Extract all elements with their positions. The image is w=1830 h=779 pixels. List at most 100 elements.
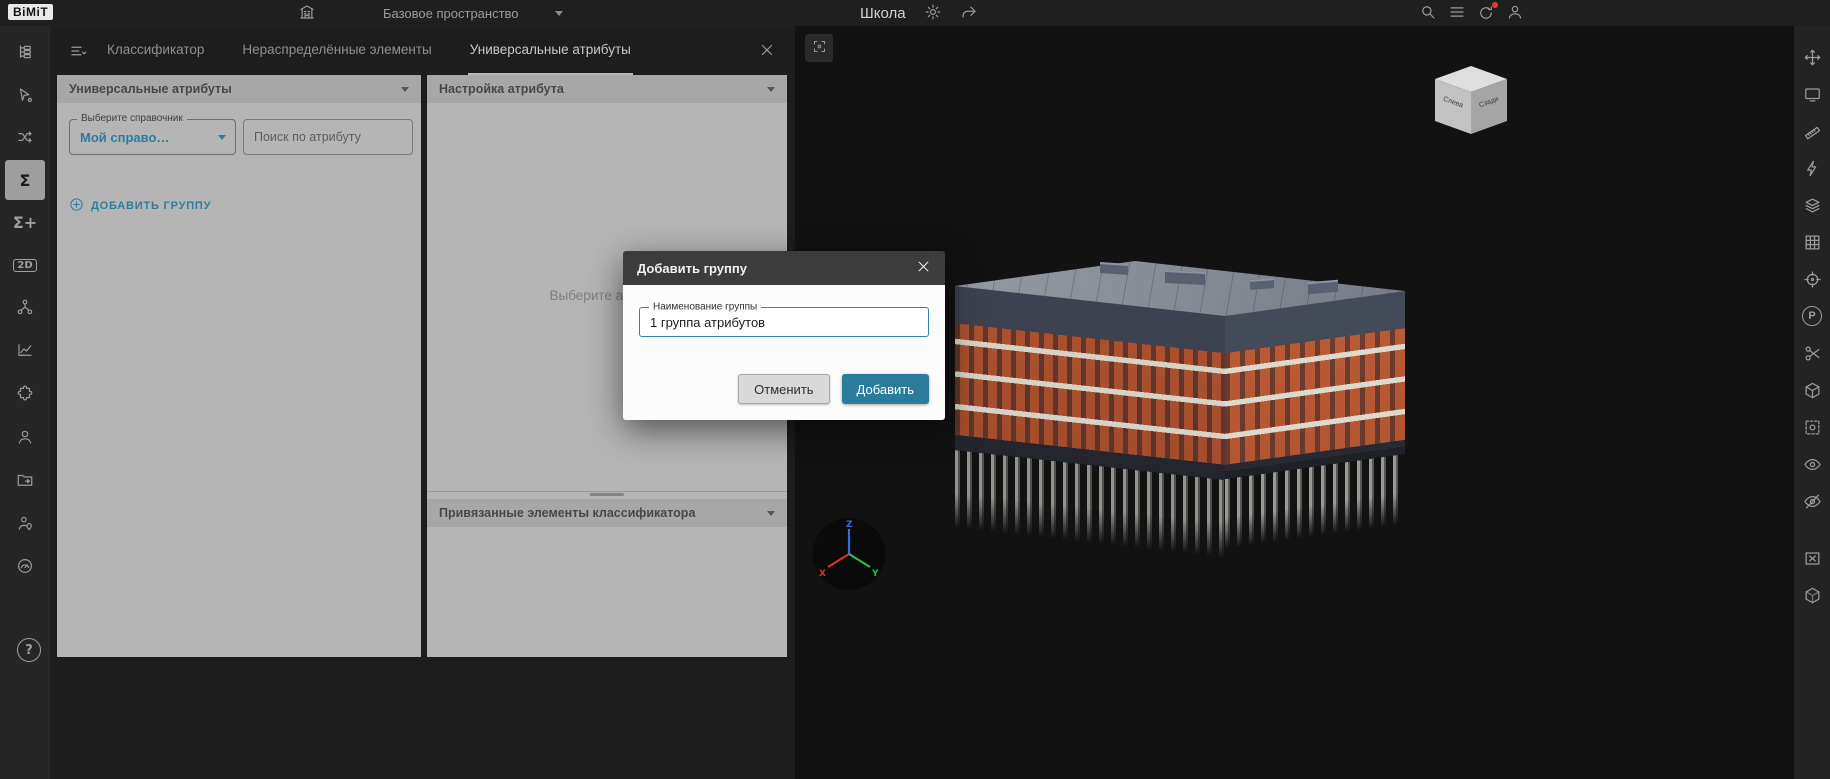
directory-select[interactable]: Выберите справочник Мой справо… bbox=[69, 119, 236, 155]
navigation-cube[interactable]: Слева Сзади bbox=[1435, 66, 1507, 140]
focus-icon bbox=[812, 39, 827, 57]
close-icon bbox=[758, 41, 776, 62]
list-button[interactable] bbox=[1448, 3, 1466, 24]
dialog-title: Добавить группу bbox=[637, 261, 747, 276]
hide-icon[interactable] bbox=[1798, 487, 1826, 515]
parking-icon[interactable]: P bbox=[1798, 302, 1826, 330]
shared-folder-icon[interactable] bbox=[5, 460, 45, 500]
app-logo: BiMiT bbox=[8, 4, 53, 20]
rooftop-unit bbox=[1250, 278, 1274, 290]
tab-classifier[interactable]: Классификатор bbox=[105, 26, 206, 75]
attribute-search-input[interactable] bbox=[243, 119, 413, 155]
select-tool-icon[interactable] bbox=[5, 75, 45, 115]
tab-universal-attributes[interactable]: Универсальные атрибуты bbox=[468, 26, 633, 75]
settings-button[interactable] bbox=[924, 3, 942, 24]
attributes-panel-header[interactable]: Универсальные атрибуты bbox=[57, 75, 421, 103]
view-2d-icon[interactable]: 2D bbox=[5, 245, 45, 285]
topbar: BiMiT Базовое пространство Школа bbox=[0, 0, 1830, 26]
cancel-button[interactable]: Отменить bbox=[738, 374, 829, 404]
ruler-icon[interactable] bbox=[1798, 117, 1826, 145]
section-box-icon[interactable] bbox=[1798, 376, 1826, 404]
rooftop-unit bbox=[1100, 262, 1128, 275]
sync-icon bbox=[1477, 4, 1495, 22]
add-group-button[interactable]: ДОБАВИТЬ ГРУППУ bbox=[69, 197, 211, 215]
users-icon[interactable] bbox=[5, 417, 45, 457]
center-target-icon[interactable] bbox=[1798, 265, 1826, 293]
sum-attributes-icon[interactable]: Σ bbox=[5, 160, 45, 200]
workspace-label: Базовое пространство bbox=[383, 6, 519, 21]
viewport-toolbar: P bbox=[1794, 26, 1830, 779]
chart-icon[interactable] bbox=[5, 330, 45, 370]
chevron-down-icon bbox=[767, 87, 775, 92]
dialog-header[interactable]: Добавить группу bbox=[623, 251, 945, 285]
show-all-icon[interactable] bbox=[1798, 450, 1826, 478]
notification-dot bbox=[1492, 2, 1498, 8]
help-icon[interactable]: ? bbox=[9, 630, 49, 670]
isolate-icon[interactable] bbox=[1798, 413, 1826, 441]
storeys-icon[interactable] bbox=[1798, 191, 1826, 219]
explode-icon[interactable] bbox=[1798, 154, 1826, 182]
panel-tabbar: Классификатор Нераспределённые элементы … bbox=[57, 26, 790, 75]
submit-button[interactable]: Добавить bbox=[842, 374, 929, 404]
textures-off-icon[interactable] bbox=[1798, 544, 1826, 572]
left-toolbar: Σ Σ+ 2D ? bbox=[0, 26, 50, 779]
settings-panel-header[interactable]: Настройка атрибута bbox=[427, 75, 787, 103]
group-name-label: Наименование группы bbox=[649, 302, 761, 313]
sync-button[interactable] bbox=[1477, 4, 1495, 22]
structure-button[interactable] bbox=[296, 3, 318, 23]
dashboard-icon[interactable] bbox=[5, 546, 45, 586]
linked-elements-title: Привязанные элементы классификатора bbox=[439, 506, 695, 520]
project-title: Школа bbox=[860, 5, 906, 22]
gear-icon bbox=[924, 9, 942, 24]
plugins-icon[interactable] bbox=[5, 373, 45, 413]
close-panel-button[interactable] bbox=[754, 38, 780, 64]
settings-panel-title: Настройка атрибута bbox=[439, 82, 564, 96]
axis-x-label: X bbox=[819, 569, 826, 579]
plus-circle-icon bbox=[69, 197, 84, 215]
building-model[interactable] bbox=[950, 231, 1410, 571]
directory-select-value: Мой справо… bbox=[80, 130, 169, 145]
panel-splitter[interactable] bbox=[427, 491, 787, 499]
structure-tree-icon[interactable] bbox=[5, 32, 45, 72]
axis-z-label: Z bbox=[846, 520, 853, 530]
project-title-area: Школа bbox=[860, 0, 978, 26]
dialog-actions: Отменить Добавить bbox=[738, 374, 929, 404]
pan-icon[interactable] bbox=[1798, 43, 1826, 71]
chevron-down-icon bbox=[401, 87, 409, 92]
attributes-panel-title: Универсальные атрибуты bbox=[69, 82, 232, 96]
axis-y-label: Y bbox=[871, 569, 879, 579]
building-facade-left bbox=[955, 286, 1225, 471]
add-group-dialog: Добавить группу Наименование группы Отме… bbox=[623, 251, 945, 420]
model-cube-icon[interactable] bbox=[1798, 581, 1826, 609]
account-button[interactable] bbox=[1506, 3, 1524, 24]
chevron-down-icon bbox=[555, 11, 563, 16]
scheme-icon[interactable] bbox=[5, 287, 45, 327]
drag-handle[interactable] bbox=[590, 493, 624, 496]
workspace-selector[interactable]: Базовое пространство bbox=[383, 0, 563, 26]
focus-selection-button[interactable] bbox=[805, 34, 833, 62]
close-icon bbox=[916, 259, 931, 277]
add-group-label: ДОБАВИТЬ ГРУППУ bbox=[91, 200, 211, 212]
directory-select-label: Выберите справочник bbox=[77, 113, 187, 124]
cut-icon[interactable] bbox=[1798, 339, 1826, 367]
tabs: Классификатор Нераспределённые элементы … bbox=[105, 26, 633, 75]
connections-icon[interactable] bbox=[5, 117, 45, 157]
rooftop-unit bbox=[1165, 270, 1205, 285]
share-icon bbox=[960, 9, 978, 24]
building-facade-right bbox=[1225, 291, 1405, 471]
search-icon bbox=[1419, 9, 1437, 24]
universal-attributes-panel: Универсальные атрибуты Выберите справочн… bbox=[57, 75, 421, 657]
axis-gizmo[interactable]: Z X Y bbox=[813, 518, 885, 590]
sum-add-icon[interactable]: Σ+ bbox=[5, 202, 45, 242]
share-button[interactable] bbox=[960, 3, 978, 24]
chevron-down-icon bbox=[218, 135, 226, 140]
sort-menu-icon[interactable] bbox=[63, 36, 93, 66]
search-button[interactable] bbox=[1419, 3, 1437, 24]
dialog-close-button[interactable] bbox=[911, 256, 935, 280]
tab-unassigned-elements[interactable]: Нераспределённые элементы bbox=[240, 26, 433, 75]
grid-icon[interactable] bbox=[1798, 228, 1826, 256]
user-location-icon[interactable] bbox=[5, 503, 45, 543]
fit-view-icon[interactable] bbox=[1798, 80, 1826, 108]
linked-elements-header[interactable]: Привязанные элементы классификатора bbox=[427, 499, 787, 527]
dialog-body: Наименование группы Отменить Добавить bbox=[623, 285, 945, 420]
